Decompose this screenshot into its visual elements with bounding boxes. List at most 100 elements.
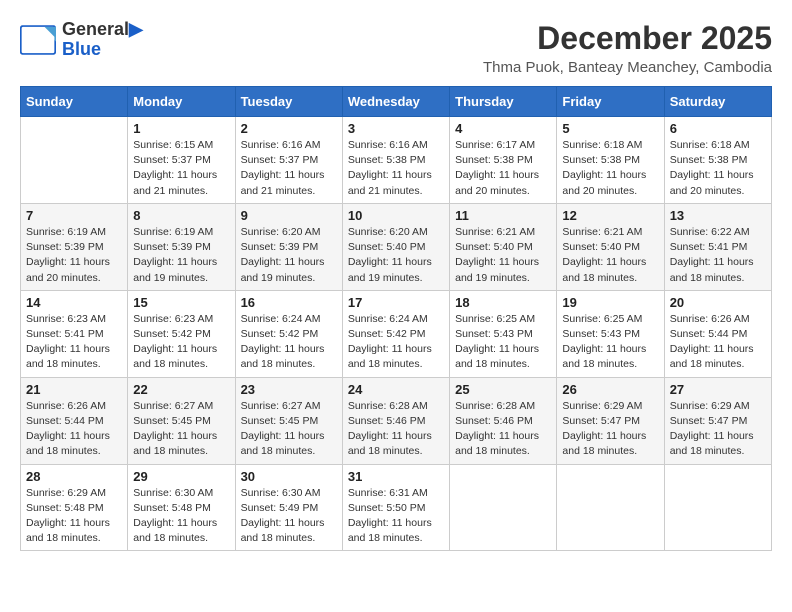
- calendar-cell: 30 Sunrise: 6:30 AM Sunset: 5:49 PM Dayli…: [235, 464, 342, 551]
- calendar-cell: 1 Sunrise: 6:15 AM Sunset: 5:37 PM Daylig…: [128, 117, 235, 204]
- day-info: Sunrise: 6:23 AM Sunset: 5:42 PM Dayligh…: [133, 312, 229, 373]
- calendar-cell: 5 Sunrise: 6:18 AM Sunset: 5:38 PM Daylig…: [557, 117, 664, 204]
- calendar-cell: 13Sunrise: 6:22 AM Sunset: 5:41 PM Dayli…: [664, 203, 771, 290]
- day-number: 8: [133, 208, 229, 223]
- day-number: 30: [241, 469, 337, 484]
- day-info: Sunrise: 6:29 AM Sunset: 5:47 PM Dayligh…: [562, 399, 658, 460]
- day-number: 21: [26, 382, 122, 397]
- day-info: Sunrise: 6:25 AM Sunset: 5:43 PM Dayligh…: [562, 312, 658, 373]
- calendar-cell: 24 Sunrise: 6:28 AM Sunset: 5:46 PM Dayli…: [342, 377, 449, 464]
- header-thursday: Thursday: [450, 87, 557, 117]
- day-number: 28: [26, 469, 122, 484]
- day-info: Sunrise: 6:27 AM Sunset: 5:45 PM Dayligh…: [241, 399, 337, 460]
- day-info: Sunrise: 6:21 AM Sunset: 5:40 PM Dayligh…: [455, 225, 551, 286]
- day-info: Sunrise: 6:31 AM Sunset: 5:50 PM Dayligh…: [348, 486, 444, 547]
- day-info: Sunrise: 6:26 AM Sunset: 5:44 PM Dayligh…: [670, 312, 766, 373]
- day-info: Sunrise: 6:21 AM Sunset: 5:40 PM Dayligh…: [562, 225, 658, 286]
- calendar-cell: [450, 464, 557, 551]
- calendar-cell: 11 Sunrise: 6:21 AM Sunset: 5:40 PM Dayli…: [450, 203, 557, 290]
- day-info: Sunrise: 6:22 AM Sunset: 5:41 PM Dayligh…: [670, 225, 766, 286]
- day-info: Sunrise: 6:17 AM Sunset: 5:38 PM Dayligh…: [455, 138, 551, 199]
- calendar-cell: 10Sunrise: 6:20 AM Sunset: 5:40 PM Dayli…: [342, 203, 449, 290]
- calendar-cell: 15 Sunrise: 6:23 AM Sunset: 5:42 PM Dayli…: [128, 290, 235, 377]
- calendar-cell: 26 Sunrise: 6:29 AM Sunset: 5:47 PM Dayli…: [557, 377, 664, 464]
- calendar-week-4: 21 Sunrise: 6:26 AM Sunset: 5:44 PM Dayli…: [21, 377, 772, 464]
- calendar-week-1: 1 Sunrise: 6:15 AM Sunset: 5:37 PM Daylig…: [21, 117, 772, 204]
- day-info: Sunrise: 6:30 AM Sunset: 5:48 PM Dayligh…: [133, 486, 229, 547]
- day-info: Sunrise: 6:29 AM Sunset: 5:48 PM Dayligh…: [26, 486, 122, 547]
- day-info: Sunrise: 6:16 AM Sunset: 5:37 PM Dayligh…: [241, 138, 337, 199]
- logo-icon: [20, 25, 56, 55]
- day-number: 26: [562, 382, 658, 397]
- calendar-cell: 31 Sunrise: 6:31 AM Sunset: 5:50 PM Dayli…: [342, 464, 449, 551]
- day-number: 19: [562, 295, 658, 310]
- calendar-cell: 14Sunrise: 6:23 AM Sunset: 5:41 PM Dayli…: [21, 290, 128, 377]
- calendar-cell: 17Sunrise: 6:24 AM Sunset: 5:42 PM Dayli…: [342, 290, 449, 377]
- calendar-week-5: 28 Sunrise: 6:29 AM Sunset: 5:48 PM Dayli…: [21, 464, 772, 551]
- logo: General▶ Blue: [20, 20, 143, 60]
- day-number: 4: [455, 121, 551, 136]
- calendar-cell: 29 Sunrise: 6:30 AM Sunset: 5:48 PM Dayli…: [128, 464, 235, 551]
- day-number: 7: [26, 208, 122, 223]
- day-number: 11: [455, 208, 551, 223]
- day-info: Sunrise: 6:18 AM Sunset: 5:38 PM Dayligh…: [562, 138, 658, 199]
- day-number: 16: [241, 295, 337, 310]
- day-number: 3: [348, 121, 444, 136]
- day-info: Sunrise: 6:29 AM Sunset: 5:47 PM Dayligh…: [670, 399, 766, 460]
- day-number: 20: [670, 295, 766, 310]
- day-info: Sunrise: 6:19 AM Sunset: 5:39 PM Dayligh…: [26, 225, 122, 286]
- calendar-header-row: SundayMondayTuesdayWednesdayThursdayFrid…: [21, 87, 772, 117]
- day-info: Sunrise: 6:20 AM Sunset: 5:40 PM Dayligh…: [348, 225, 444, 286]
- day-number: 25: [455, 382, 551, 397]
- calendar-cell: 23Sunrise: 6:27 AM Sunset: 5:45 PM Dayli…: [235, 377, 342, 464]
- calendar-cell: 27 Sunrise: 6:29 AM Sunset: 5:47 PM Dayli…: [664, 377, 771, 464]
- calendar-cell: 7 Sunrise: 6:19 AM Sunset: 5:39 PM Daylig…: [21, 203, 128, 290]
- header-tuesday: Tuesday: [235, 87, 342, 117]
- calendar-cell: 19 Sunrise: 6:25 AM Sunset: 5:43 PM Dayli…: [557, 290, 664, 377]
- calendar-cell: 18 Sunrise: 6:25 AM Sunset: 5:43 PM Dayli…: [450, 290, 557, 377]
- header-monday: Monday: [128, 87, 235, 117]
- day-info: Sunrise: 6:18 AM Sunset: 5:38 PM Dayligh…: [670, 138, 766, 199]
- calendar-cell: 2 Sunrise: 6:16 AM Sunset: 5:37 PM Daylig…: [235, 117, 342, 204]
- calendar: SundayMondayTuesdayWednesdayThursdayFrid…: [20, 86, 772, 551]
- calendar-cell: 4 Sunrise: 6:17 AM Sunset: 5:38 PM Daylig…: [450, 117, 557, 204]
- subtitle: Thma Puok, Banteay Meanchey, Cambodia: [483, 59, 772, 76]
- day-number: 5: [562, 121, 658, 136]
- day-number: 31: [348, 469, 444, 484]
- day-info: Sunrise: 6:20 AM Sunset: 5:39 PM Dayligh…: [241, 225, 337, 286]
- calendar-cell: 22Sunrise: 6:27 AM Sunset: 5:45 PM Dayli…: [128, 377, 235, 464]
- day-number: 18: [455, 295, 551, 310]
- day-info: Sunrise: 6:27 AM Sunset: 5:45 PM Dayligh…: [133, 399, 229, 460]
- calendar-cell: 3 Sunrise: 6:16 AM Sunset: 5:38 PM Daylig…: [342, 117, 449, 204]
- header-saturday: Saturday: [664, 87, 771, 117]
- day-number: 29: [133, 469, 229, 484]
- day-info: Sunrise: 6:19 AM Sunset: 5:39 PM Dayligh…: [133, 225, 229, 286]
- calendar-week-2: 7 Sunrise: 6:19 AM Sunset: 5:39 PM Daylig…: [21, 203, 772, 290]
- calendar-cell: 28 Sunrise: 6:29 AM Sunset: 5:48 PM Dayli…: [21, 464, 128, 551]
- day-number: 1: [133, 121, 229, 136]
- header-friday: Friday: [557, 87, 664, 117]
- calendar-week-3: 14Sunrise: 6:23 AM Sunset: 5:41 PM Dayli…: [21, 290, 772, 377]
- header-wednesday: Wednesday: [342, 87, 449, 117]
- day-info: Sunrise: 6:30 AM Sunset: 5:49 PM Dayligh…: [241, 486, 337, 547]
- day-number: 27: [670, 382, 766, 397]
- day-info: Sunrise: 6:15 AM Sunset: 5:37 PM Dayligh…: [133, 138, 229, 199]
- calendar-cell: [557, 464, 664, 551]
- calendar-cell: 6 Sunrise: 6:18 AM Sunset: 5:38 PM Daylig…: [664, 117, 771, 204]
- day-info: Sunrise: 6:16 AM Sunset: 5:38 PM Dayligh…: [348, 138, 444, 199]
- calendar-cell: 16 Sunrise: 6:24 AM Sunset: 5:42 PM Dayli…: [235, 290, 342, 377]
- title-section: December 2025 Thma Puok, Banteay Meanche…: [483, 20, 772, 76]
- calendar-cell: 8 Sunrise: 6:19 AM Sunset: 5:39 PM Daylig…: [128, 203, 235, 290]
- calendar-cell: 25Sunrise: 6:28 AM Sunset: 5:46 PM Dayli…: [450, 377, 557, 464]
- day-info: Sunrise: 6:26 AM Sunset: 5:44 PM Dayligh…: [26, 399, 122, 460]
- day-number: 2: [241, 121, 337, 136]
- header: General▶ Blue December 2025 Thma Puok, B…: [20, 20, 772, 76]
- day-info: Sunrise: 6:25 AM Sunset: 5:43 PM Dayligh…: [455, 312, 551, 373]
- day-info: Sunrise: 6:24 AM Sunset: 5:42 PM Dayligh…: [241, 312, 337, 373]
- calendar-cell: [664, 464, 771, 551]
- day-info: Sunrise: 6:28 AM Sunset: 5:46 PM Dayligh…: [348, 399, 444, 460]
- day-number: 24: [348, 382, 444, 397]
- day-number: 9: [241, 208, 337, 223]
- day-number: 6: [670, 121, 766, 136]
- day-number: 15: [133, 295, 229, 310]
